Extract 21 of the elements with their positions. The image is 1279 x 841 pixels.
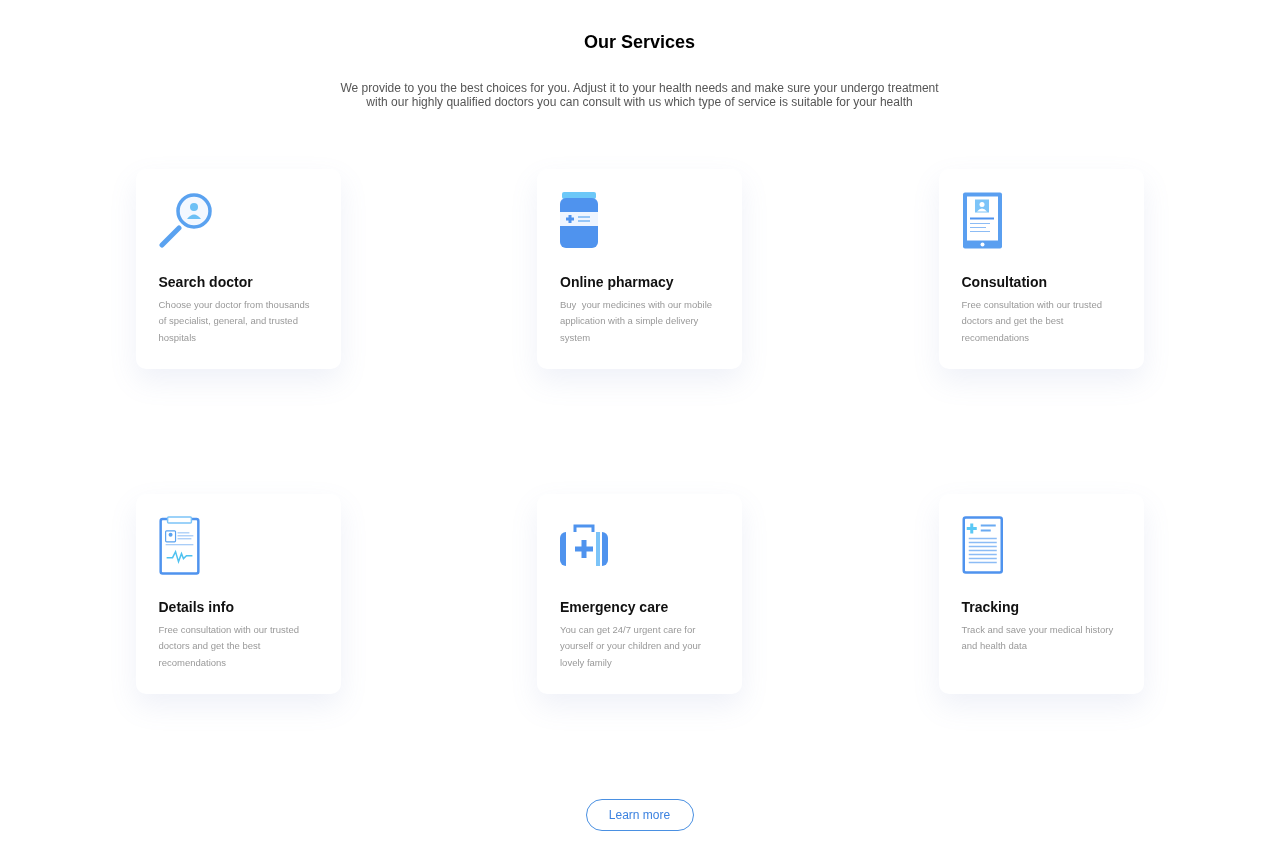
service-title: Tracking (961, 598, 1020, 616)
service-title: Details info (158, 598, 234, 616)
section-subtitle: We provide to you the best choices for you. Adjust it to your health needs and make sure your undergo treatment with our highly qualified doctors you can consult with us which type of service is suitable for your health (339, 81, 940, 109)
tablet-profile-icon (961, 191, 1003, 249)
section-title: Our Services (583, 31, 696, 53)
service-title: Emergency care (560, 598, 669, 616)
learn-more-button[interactable]: Learn more (585, 799, 694, 831)
service-description: Track and save your medical history and health data (961, 623, 1115, 654)
service-title: Consultation (961, 273, 1048, 291)
service-description: Free consultation with our trusted doctors and get the best recomendations (158, 623, 300, 670)
service-description: Choose your doctor from thousands of specialist, general, and trusted hospitals (158, 298, 311, 345)
medicine-bottle-icon (560, 192, 598, 248)
service-description: You can get 24/7 urgent care for yourself or your children and your lovely family (560, 623, 702, 670)
first-aid-kit-icon (560, 524, 608, 566)
medical-report-icon (961, 516, 1004, 574)
service-title: Search doctor (158, 273, 253, 291)
service-description: Free consultation with our trusted doctors and get the best recomendations (961, 298, 1103, 345)
clipboard-heartbeat-icon (158, 515, 201, 575)
service-description: Buy your medicines with our mobile application with a simple delivery system (560, 298, 714, 345)
magnifier-icon (158, 192, 213, 248)
service-title: Online pharmacy (560, 273, 674, 291)
